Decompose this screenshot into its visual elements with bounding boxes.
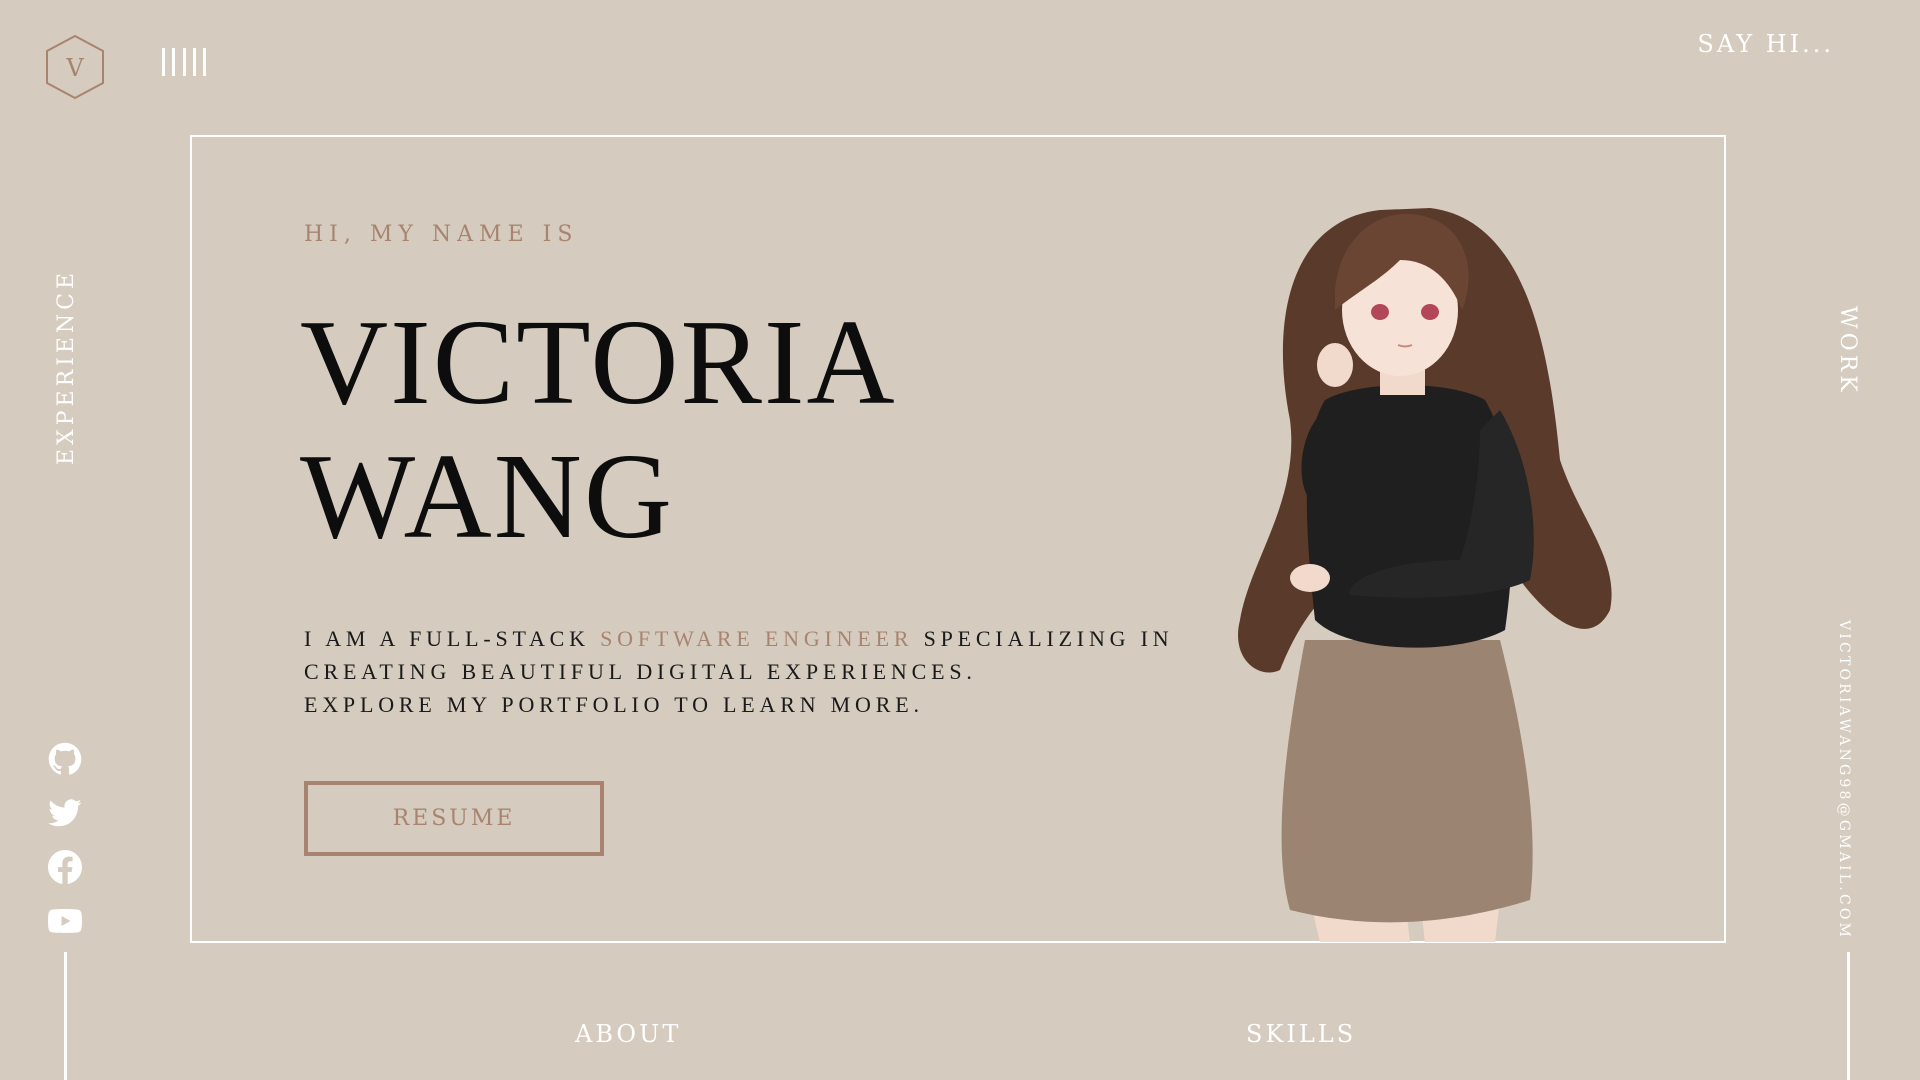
facebook-icon[interactable] [48,850,82,884]
logo[interactable]: V [44,34,106,100]
nav-skills[interactable]: SKILLS [1246,1020,1356,1048]
work-label: WORK [1835,306,1860,396]
left-divider-line [64,952,67,1080]
description-text: I AM A FULL-STACK [304,626,601,651]
description-line-2: CREATING BEAUTIFUL DIGITAL EXPERIENCES. [304,659,977,684]
anime-character-illustration [1230,200,1620,942]
right-divider-line [1847,952,1850,1080]
menu-bars-icon[interactable] [162,48,206,76]
twitter-icon[interactable] [48,796,82,830]
description-highlight: SOFTWARE ENGINEER [600,626,914,651]
logo-letter: V [66,54,84,82]
email-link[interactable]: VICTORIAWANG98@GMAIL.COM [1834,620,1854,940]
hero-name: VICTORIA WANG [300,296,897,564]
last-name: WANG [300,429,674,564]
email-label: VICTORIAWANG98@GMAIL.COM [1836,620,1852,941]
github-icon[interactable] [48,742,82,776]
say-hi-link[interactable]: SAY HI... [1697,30,1834,58]
social-links [48,742,84,958]
description-text: SPECIALIZING IN [913,626,1174,651]
greeting: HI, MY NAME IS [304,222,579,247]
description-line-1: I AM A FULL-STACK SOFTWARE ENGINEER SPEC… [304,622,1204,655]
resume-button[interactable]: RESUME [304,781,604,856]
work-link[interactable]: WORK [1830,306,1860,406]
hero-description: I AM A FULL-STACK SOFTWARE ENGINEER SPEC… [304,622,1204,721]
experience-label: EXPERIENCE [54,268,79,465]
experience-link[interactable]: EXPERIENCE [54,269,84,465]
youtube-icon[interactable] [48,904,82,938]
first-name: VICTORIA [300,295,897,430]
description-line-3: EXPLORE MY PORTFOLIO TO LEARN MORE. [304,692,924,717]
portfolio-page: V SAY HI... EXPERIENCE WORK VICTORIAWANG… [0,0,1920,1080]
nav-about[interactable]: ABOUT [575,1020,681,1048]
